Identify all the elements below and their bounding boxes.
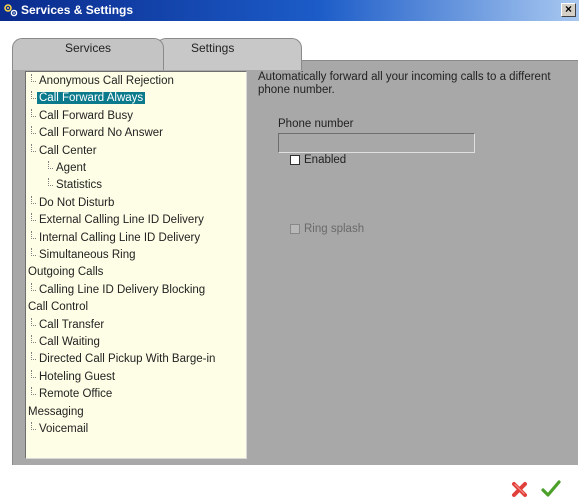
checkmark-icon	[541, 480, 561, 497]
cancel-button[interactable]	[511, 480, 529, 498]
tree-item-label: Call Forward Busy	[39, 109, 133, 122]
tree-item-label: Directed Call Pickup With Barge-in	[39, 353, 216, 366]
tab-services[interactable]: Services	[12, 38, 164, 70]
tree-connector	[31, 369, 36, 378]
service-description: Automatically forward all your incoming …	[258, 71, 551, 96]
tree-item-label: External Calling Line ID Delivery	[39, 214, 204, 227]
tree-item[interactable]: Call Forward No Answer	[37, 125, 165, 142]
tab-settings[interactable]: Settings	[156, 38, 302, 70]
tree-connector	[31, 282, 36, 291]
tree-item-label: Hoteling Guest	[39, 370, 116, 383]
tree-connector	[31, 126, 36, 135]
tree-item-label: Calling Line ID Delivery Blocking	[39, 283, 206, 296]
tree-item[interactable]: Call Control	[26, 299, 90, 316]
tree-item-label: Call Control	[28, 301, 89, 314]
tree-item[interactable]: Anonymous Call Rejection	[37, 73, 176, 90]
tree-item[interactable]: Outgoing Calls	[26, 264, 105, 281]
tree-connector	[31, 230, 36, 239]
tree-item[interactable]: Remote Office	[37, 386, 114, 403]
tree-connector	[31, 195, 36, 204]
tree-item-label: Agent	[56, 162, 87, 174]
ring-splash-label: Ring splash	[304, 223, 365, 235]
close-button[interactable]: ×	[561, 3, 576, 17]
enabled-label: Enabled	[304, 154, 347, 166]
tree-item-label: Call Waiting	[39, 336, 100, 348]
tree-connector	[31, 108, 36, 117]
phone-number-input[interactable]	[278, 133, 475, 153]
enabled-checkbox[interactable]	[290, 155, 300, 165]
tree-connector	[31, 352, 36, 361]
tree-item[interactable]: Call Forward Always	[37, 90, 146, 107]
tree-connector	[31, 248, 36, 256]
tree-item-label: Internal Calling Line ID Delivery	[39, 231, 201, 244]
services-settings-window: Services & Settings × Settings Services …	[0, 0, 579, 503]
tree-item[interactable]: Do Not Disturb	[37, 195, 116, 212]
tree-connector	[31, 335, 36, 343]
tree-item-label: Outgoing Calls	[28, 266, 104, 279]
tree-item-label: Simultaneous Ring	[39, 249, 136, 261]
tree-item-label: Call Forward Always	[37, 92, 146, 105]
gears-icon	[4, 4, 18, 17]
phone-number-label: Phone number	[278, 118, 354, 130]
tree-item[interactable]: Calling Line ID Delivery Blocking	[37, 282, 207, 299]
tree-connector	[48, 161, 53, 169]
tree-item-label: Remote Office	[39, 388, 113, 401]
tree-connector	[31, 91, 36, 100]
tree-item[interactable]: Internal Calling Line ID Delivery	[37, 230, 202, 247]
tree-item[interactable]: Voicemail	[37, 421, 90, 438]
cancel-x-icon	[512, 482, 527, 497]
tree-item[interactable]: Directed Call Pickup With Barge-in	[37, 351, 217, 368]
tree-item-label: Anonymous Call Rejection	[39, 75, 174, 87]
ring-splash-checkbox[interactable]	[290, 224, 300, 234]
ok-button[interactable]	[541, 479, 561, 499]
tree-item[interactable]: Hoteling Guest	[37, 369, 117, 386]
title-bar[interactable]: Services & Settings ×	[0, 0, 579, 21]
tree-connector	[31, 387, 36, 396]
tree-item[interactable]: Agent	[54, 160, 88, 177]
tree-item-label: Call Center	[39, 144, 97, 157]
tree-item[interactable]: Messaging	[26, 404, 86, 421]
tree-connector	[31, 143, 36, 152]
tree-item[interactable]: Simultaneous Ring	[37, 247, 138, 264]
tree-connector	[31, 422, 36, 430]
tree-item-label: Call Transfer	[39, 318, 105, 331]
tree-connector	[31, 213, 36, 222]
tree-connector	[31, 317, 36, 326]
services-tree[interactable]: Anonymous Call Rejection Call Forward Alw…	[25, 71, 247, 459]
tree-connector	[31, 74, 36, 82]
tree-item[interactable]: Call Waiting	[37, 334, 102, 351]
tree-item-label: Voicemail	[39, 423, 89, 435]
window-title: Services & Settings	[21, 3, 134, 17]
tab-services-label: Services	[64, 41, 111, 55]
tree-item[interactable]: Call Transfer	[37, 317, 106, 334]
tree-item[interactable]: External Calling Line ID Delivery	[37, 212, 206, 229]
close-icon: ×	[564, 2, 572, 16]
tree-connector	[48, 178, 53, 187]
tree-item-label: Call Forward No Answer	[39, 127, 163, 140]
tree-item-label: Messaging	[28, 405, 84, 418]
tree-item[interactable]: Statistics	[54, 177, 104, 194]
tree-item[interactable]: Call Forward Busy	[37, 108, 135, 125]
tree-item-label: Do Not Disturb	[39, 196, 115, 209]
tab-settings-label: Settings	[191, 41, 235, 55]
tree-item[interactable]: Call Center	[37, 143, 99, 160]
tree-item-label: Statistics	[56, 179, 103, 192]
